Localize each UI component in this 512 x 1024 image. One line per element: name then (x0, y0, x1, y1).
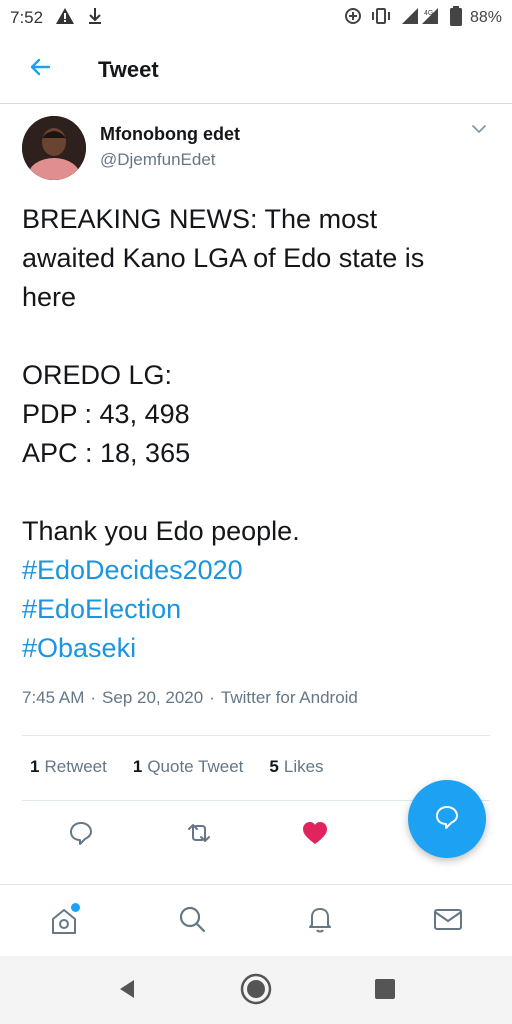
battery-percent: 88% (469, 9, 502, 26)
retweet-button[interactable] (184, 820, 214, 850)
hashtag-link[interactable]: #EdoDecides2020 (22, 551, 492, 590)
nav-recents-button[interactable] (368, 974, 402, 1008)
hashtag-link[interactable]: #EdoElection (22, 590, 492, 629)
system-nav-bar (0, 956, 512, 1024)
more-options-button[interactable] (470, 120, 492, 142)
compose-icon (434, 804, 460, 835)
retweets-stat[interactable]: 1 Retweet (30, 757, 107, 777)
retweet-icon (185, 820, 213, 851)
hashtag-link[interactable]: #Obaseki (22, 629, 492, 668)
tweet-author: Mfonobong edet @DjemfunEdet (22, 116, 492, 184)
author-handle[interactable]: @DjemfunEdet (100, 150, 216, 170)
tab-notifications[interactable] (302, 903, 338, 939)
tweet-stats: 1 Retweet 1 Quote Tweet 5 Likes (30, 757, 324, 777)
tweet-line: Thank you Edo people. (22, 516, 300, 546)
likes-stat[interactable]: 5 Likes (269, 757, 323, 777)
home-icon (49, 903, 80, 936)
nav-home-button[interactable] (239, 972, 273, 1011)
tweet-meta: 7:45 AM · Sep 20, 2020 · Twitter for Android (22, 688, 358, 708)
avatar[interactable] (22, 116, 86, 180)
likes-label: Likes (283, 757, 324, 776)
meta-separator: · (90, 688, 97, 707)
quotes-stat[interactable]: 1 Quote Tweet (133, 757, 244, 777)
tab-home[interactable] (46, 903, 82, 939)
tweet-line: PDP : 43, 498 (22, 399, 190, 429)
status-bar: 7:52 4G 88% (0, 0, 512, 36)
page-title: Tweet (98, 56, 159, 82)
compose-button[interactable] (408, 780, 486, 858)
app-header: Tweet (0, 36, 512, 104)
back-arrow-icon (28, 55, 52, 84)
vibrate-icon (370, 7, 392, 30)
divider (22, 735, 490, 736)
tweet-line: awaited Kano LGA of Edo state is (22, 243, 425, 273)
search-icon (177, 904, 207, 939)
tweet-line: here (22, 282, 77, 312)
quotes-count: 1 (132, 757, 143, 776)
back-button[interactable] (20, 50, 60, 90)
status-time: 7:52 (10, 8, 44, 27)
tweet-text: BREAKING NEWS: The most awaited Kano LGA… (22, 200, 492, 668)
meta-separator: · (209, 688, 215, 707)
retweets-count: 1 (30, 757, 40, 776)
tab-messages[interactable] (430, 903, 466, 939)
quotes-label: Quote Tweet (147, 757, 244, 776)
home-circle-icon (239, 972, 273, 1011)
messages-icon (432, 904, 464, 939)
data-saver-icon (344, 7, 362, 30)
warning-icon (55, 7, 75, 30)
back-triangle-icon (115, 977, 139, 1006)
tweet-line: BREAKING NEWS: The most (22, 204, 378, 234)
tweet-line: OREDO LG: (22, 360, 173, 390)
likes-count: 5 (269, 757, 279, 776)
recents-square-icon (373, 977, 397, 1006)
nav-back-button[interactable] (110, 974, 144, 1008)
signal-icon: 4G (400, 7, 442, 30)
like-icon (301, 820, 329, 851)
like-button[interactable] (300, 820, 330, 850)
tweet-date: Sep 20, 2020 (102, 688, 204, 707)
author-name[interactable]: Mfonobong edet (100, 124, 240, 145)
reply-button[interactable] (66, 820, 96, 850)
tweet-line: APC : 18, 365 (22, 438, 191, 468)
reply-icon (68, 820, 94, 851)
bottom-tab-bar (0, 884, 512, 956)
tab-search[interactable] (174, 903, 210, 939)
notifications-icon (305, 904, 335, 939)
notification-dot (71, 903, 80, 912)
network-type: 4G (424, 10, 433, 17)
chevron-down-icon (470, 125, 488, 142)
tweet-time: 7:45 AM (22, 688, 85, 707)
retweets-label: Retweet (44, 757, 107, 776)
download-icon (87, 7, 103, 30)
battery-icon (449, 5, 462, 31)
tweet-source[interactable]: Twitter for Android (221, 688, 358, 707)
